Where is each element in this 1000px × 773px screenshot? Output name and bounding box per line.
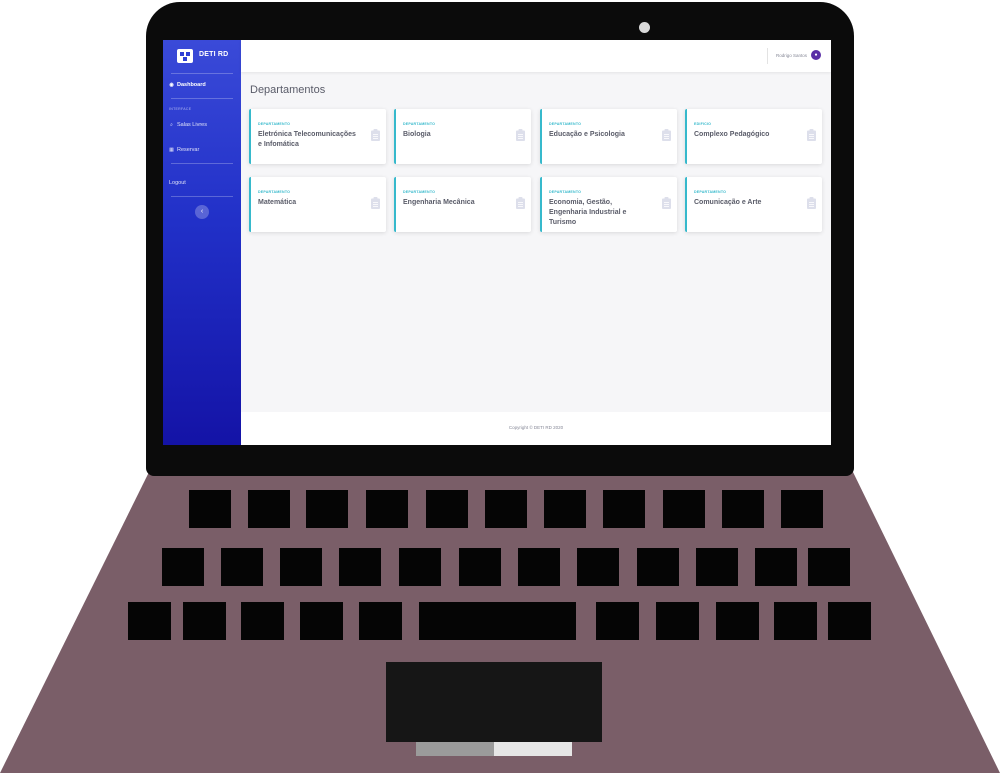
sidebar-divider bbox=[171, 163, 233, 164]
keyboard-key bbox=[221, 548, 263, 586]
sidebar-item-salas-livres[interactable]: ⌕ Salas Livres bbox=[169, 122, 207, 128]
webcam-icon bbox=[639, 22, 650, 33]
card-label: DEPARTAMENTO bbox=[549, 190, 582, 194]
sidebar: DETI RD ◉ Dashboard INTERFACE ⌕ Salas Li… bbox=[163, 40, 241, 445]
keyboard-key bbox=[300, 602, 343, 640]
keyboard-key bbox=[663, 490, 705, 528]
keyboard-key bbox=[459, 548, 501, 586]
sidebar-toggle-button[interactable]: ‹ bbox=[195, 205, 209, 219]
keyboard-key bbox=[637, 548, 679, 586]
trackpad bbox=[386, 662, 602, 742]
clipboard-icon bbox=[371, 197, 380, 209]
keyboard-key bbox=[426, 490, 468, 528]
card-title: Educação e Psicologia bbox=[549, 131, 625, 138]
clipboard-icon bbox=[807, 129, 816, 141]
sidebar-divider bbox=[171, 98, 233, 99]
keyboard-key bbox=[596, 602, 639, 640]
keyboard-key bbox=[280, 548, 322, 586]
clipboard-icon bbox=[807, 197, 816, 209]
card-label: EDIFICIO bbox=[694, 122, 712, 126]
keyboard-key bbox=[603, 490, 645, 528]
keyboard-key bbox=[755, 548, 797, 586]
page-title: Departamentos bbox=[250, 84, 326, 96]
card-title: Matemática bbox=[258, 199, 297, 206]
keyboard-key bbox=[128, 602, 171, 640]
card-title: Comunicação e Arte bbox=[694, 199, 762, 206]
keyboard-key bbox=[774, 602, 817, 640]
card-title: Engenharia Mecânica bbox=[403, 199, 475, 206]
keyboard-key bbox=[306, 490, 348, 528]
clipboard-icon bbox=[516, 197, 525, 209]
sidebar-item-label: Logout bbox=[169, 180, 186, 186]
keyboard-key bbox=[781, 490, 823, 528]
keyboard-key bbox=[828, 602, 871, 640]
calendar-icon: ▦ bbox=[169, 146, 174, 153]
copyright-text: Copyright © DETI RD 2020 bbox=[508, 425, 564, 430]
user-name[interactable]: Rodrigo Santos bbox=[776, 53, 807, 58]
brand-name: DETI RD bbox=[199, 51, 229, 58]
sidebar-item-reservar[interactable]: ▦ Reservar bbox=[169, 147, 199, 153]
keyboard-key bbox=[339, 548, 381, 586]
sidebar-divider bbox=[171, 196, 233, 197]
department-card[interactable]: DEPARTAMENTO Matemática bbox=[249, 177, 386, 232]
keyboard-key bbox=[485, 490, 527, 528]
keyboard-key bbox=[577, 548, 619, 586]
keyboard-key bbox=[518, 548, 560, 586]
clipboard-icon bbox=[516, 129, 525, 141]
brand-link[interactable]: DETI RD bbox=[163, 40, 241, 72]
keyboard-key bbox=[399, 548, 441, 586]
card-label: DEPARTAMENTO bbox=[258, 190, 291, 194]
building-card[interactable]: EDIFICIO Complexo Pedagógico bbox=[685, 109, 822, 164]
department-card[interactable]: DEPARTAMENTO Comunicação e Arte bbox=[685, 177, 822, 232]
trackpad-left-button bbox=[416, 742, 494, 756]
card-title: Eletrónica Telecomunicações e Infomática bbox=[258, 131, 356, 148]
keyboard-key bbox=[656, 602, 699, 640]
keyboard-key bbox=[808, 548, 850, 586]
keyboard-key bbox=[544, 490, 586, 528]
keyboard-key bbox=[189, 490, 231, 528]
card-label: DEPARTAMENTO bbox=[549, 122, 582, 126]
avatar[interactable]: ● bbox=[811, 50, 821, 60]
keyboard-key bbox=[419, 602, 576, 640]
keyboard-key bbox=[241, 602, 284, 640]
clipboard-icon bbox=[371, 129, 380, 141]
search-icon: ⌕ bbox=[170, 121, 173, 128]
card-title: Biologia bbox=[403, 131, 431, 138]
clipboard-icon bbox=[662, 129, 671, 141]
topbar: Rodrigo Santos ● bbox=[241, 40, 831, 72]
card-title: Complexo Pedagógico bbox=[694, 131, 770, 138]
card-label: DEPARTAMENTO bbox=[403, 122, 436, 126]
keyboard-key bbox=[696, 548, 738, 586]
keyboard-key bbox=[716, 602, 759, 640]
department-card[interactable]: DEPARTAMENTO Economia, Gestão, Engenhari… bbox=[540, 177, 677, 232]
card-label: DEPARTAMENTO bbox=[694, 190, 727, 194]
sidebar-item-dashboard[interactable]: ◉ Dashboard bbox=[169, 81, 206, 88]
keyboard-key bbox=[359, 602, 402, 640]
app-screen: DETI RD ◉ Dashboard INTERFACE ⌕ Salas Li… bbox=[163, 40, 831, 445]
keyboard-key bbox=[366, 490, 408, 528]
keyboard-key bbox=[722, 490, 764, 528]
footer: Copyright © DETI RD 2020 bbox=[241, 412, 831, 445]
keyboard-key bbox=[183, 602, 226, 640]
card-label: DEPARTAMENTO bbox=[403, 190, 436, 194]
trackpad-right-button bbox=[494, 742, 572, 756]
sidebar-divider bbox=[171, 73, 233, 74]
sidebar-item-label: Reservar bbox=[177, 147, 200, 153]
department-card[interactable]: DEPARTAMENTO Engenharia Mecânica bbox=[394, 177, 531, 232]
sidebar-item-label: Salas Livres bbox=[177, 122, 207, 128]
department-card[interactable]: DEPARTAMENTO Educação e Psicologia bbox=[540, 109, 677, 164]
topbar-divider bbox=[767, 48, 768, 64]
department-card[interactable]: DEPARTAMENTO Biologia bbox=[394, 109, 531, 164]
dashboard-icon: ◉ bbox=[169, 81, 174, 88]
sidebar-item-logout[interactable]: Logout bbox=[169, 180, 186, 186]
sidebar-item-label: Dashboard bbox=[177, 82, 206, 88]
department-card[interactable]: DEPARTAMENTO Eletrónica Telecomunicações… bbox=[249, 109, 386, 164]
card-title: Economia, Gestão, Engenharia Industrial … bbox=[549, 199, 627, 226]
keyboard-key bbox=[162, 548, 204, 586]
card-label: DEPARTAMENTO bbox=[258, 122, 291, 126]
keyboard-key bbox=[248, 490, 290, 528]
clipboard-icon bbox=[662, 197, 671, 209]
logo-icon bbox=[177, 49, 193, 63]
sidebar-heading: INTERFACE bbox=[169, 107, 192, 111]
